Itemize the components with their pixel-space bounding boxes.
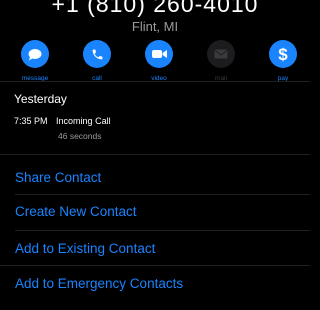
dollar-icon: $: [269, 40, 297, 68]
recent-call-time: 7:35 PM: [14, 116, 48, 126]
divider: [15, 230, 310, 231]
add-to-existing-contact-button[interactable]: Add to Existing Contact: [15, 241, 155, 256]
mail-button[interactable]: mail: [198, 40, 244, 82]
mail-icon: [207, 40, 235, 68]
recent-call-type: Incoming Call: [56, 116, 111, 126]
pay-button[interactable]: $ pay: [260, 40, 306, 82]
divider: [0, 154, 310, 155]
create-new-contact-button[interactable]: Create New Contact: [15, 204, 137, 219]
divider: [0, 81, 310, 82]
add-to-emergency-contacts-button[interactable]: Add to Emergency Contacts: [15, 276, 183, 291]
call-button[interactable]: call: [74, 40, 120, 82]
video-icon: [145, 40, 173, 68]
video-button[interactable]: video: [136, 40, 182, 82]
recent-date: Yesterday: [14, 92, 67, 106]
message-icon: [21, 40, 49, 68]
divider: [15, 194, 310, 195]
phone-number: +1 (810) 260-4010: [51, 0, 259, 17]
recent-call-entry: 7:35 PM Incoming Call: [14, 116, 111, 126]
location-label: Flint, MI: [131, 19, 179, 34]
message-button[interactable]: message: [12, 40, 58, 82]
recent-call-duration: 46 seconds: [58, 131, 102, 141]
share-contact-button[interactable]: Share Contact: [15, 170, 101, 185]
divider: [0, 265, 310, 266]
phone-icon: [83, 40, 111, 68]
action-bar: message call video mail $ pay: [12, 40, 306, 82]
